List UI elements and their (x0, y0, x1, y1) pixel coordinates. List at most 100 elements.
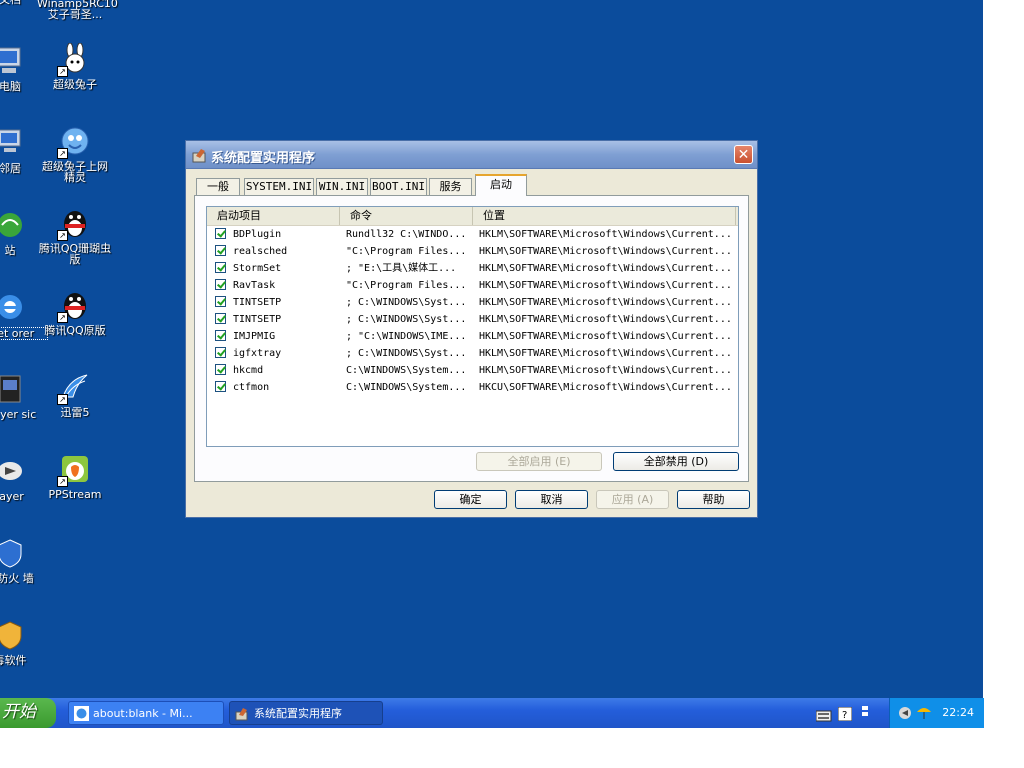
startup-item-name: StormSet (233, 263, 282, 274)
startup-item-location: HKLM\SOFTWARE\Microsoft\Windows\Current.… (479, 229, 732, 240)
startup-item-name: ctfmon (233, 382, 270, 393)
tab-system-ini[interactable]: SYSTEM.INI (244, 178, 314, 195)
taskbar-item-msconfig[interactable]: 系统配置实用程序 (229, 701, 383, 725)
system-configuration-dialog: 系统配置实用程序 ✕ 一般 SYSTEM.INI WIN.INI BOOT.IN… (185, 140, 758, 518)
taskbar-item-label: 系统配置实用程序 (254, 707, 342, 720)
table-row[interactable]: hkcmd C:\WINDOWS\System... HKLM\SOFTWARE… (207, 362, 738, 379)
player-icon (0, 455, 26, 487)
startup-item-command: ; C:\WINDOWS\Syst... (346, 314, 467, 325)
keyboard-icon[interactable] (815, 707, 832, 726)
desktop-icon-super-rabbit[interactable]: ↗ 超级兔子 (37, 42, 113, 91)
tab-win-ini[interactable]: WIN.INI (316, 178, 368, 195)
rabbit-icon: ↗ (57, 42, 91, 77)
close-icon: ✕ (737, 147, 750, 163)
startup-item-command: C:\WINDOWS\System... (346, 365, 467, 376)
column-header-location[interactable]: 位置 (473, 207, 736, 225)
startup-item-name: realsched (233, 246, 288, 257)
startup-item-location: HKLM\SOFTWARE\Microsoft\Windows\Current.… (479, 246, 732, 257)
startup-item-location: HKLM\SOFTWARE\Microsoft\Windows\Current.… (479, 314, 732, 325)
table-row[interactable]: TINTSETP ; C:\WINDOWS\Syst... HKLM\SOFTW… (207, 311, 738, 328)
tab-startup[interactable]: 启动 (475, 174, 527, 196)
desktop-icon-antivirus[interactable]: 毒软件 (0, 619, 48, 666)
apply-button[interactable]: 应用 (A) (596, 490, 669, 509)
taskbar-item-browser[interactable]: about:blank - Mi... (68, 701, 224, 725)
network-icon (0, 127, 26, 159)
startup-item-location: HKLM\SOFTWARE\Microsoft\Windows\Current.… (479, 263, 732, 274)
enabled-checkbox[interactable] (215, 245, 226, 256)
table-row[interactable]: igfxtray ; C:\WINDOWS\Syst... HKLM\SOFTW… (207, 345, 738, 362)
startup-item-name: IMJPMIG (233, 331, 276, 342)
enabled-checkbox[interactable] (215, 296, 226, 307)
startup-item-location: HKCU\SOFTWARE\Microsoft\Windows\Current.… (479, 382, 732, 393)
enabled-checkbox[interactable] (215, 347, 226, 358)
table-row[interactable]: TINTSETP ; C:\WINDOWS\Syst... HKLM\SOFTW… (207, 294, 738, 311)
desktop-icon-firewall[interactable]: 人防火 墙 (0, 537, 48, 584)
enabled-checkbox[interactable] (215, 262, 226, 273)
taskbar: 开始 about:blank - Mi... 系统配置实用程序 ? 22:24 (0, 698, 984, 728)
table-row[interactable]: ctfmon C:\WINDOWS\System... HKCU\SOFTWAR… (207, 379, 738, 396)
shortcut-arrow-icon: ↗ (57, 66, 68, 77)
desktop-icon-qq-coral[interactable]: ↗ 腾讯QQ珊瑚虫版 (37, 207, 113, 265)
column-header-command[interactable]: 命令 (340, 207, 473, 225)
tab-services[interactable]: 服务 (429, 178, 472, 195)
ppstream-icon: ↗ (57, 453, 91, 487)
close-button[interactable]: ✕ (734, 145, 753, 164)
desktop: 文档 电脑 邻居 站 rnet orer Player sic layer (0, 0, 983, 698)
internet-explorer-icon (74, 706, 89, 721)
start-button[interactable]: 开始 (0, 698, 56, 728)
startup-item-location: HKLM\SOFTWARE\Microsoft\Windows\Current.… (479, 280, 732, 291)
ok-button[interactable]: 确定 (434, 490, 507, 509)
list-header: 启动项目 命令 位置 (207, 207, 738, 226)
startup-item-name: BDPlugin (233, 229, 282, 240)
qq-penguin-icon: ↗ (57, 289, 91, 323)
title-bar[interactable]: 系统配置实用程序 ✕ (186, 141, 757, 169)
table-row[interactable]: IMJPMIG ; "C:\WINDOWS\IME... HKLM\SOFTWA… (207, 328, 738, 345)
cancel-button[interactable]: 取消 (515, 490, 588, 509)
umbrella-icon[interactable] (916, 704, 932, 724)
svg-text:?: ? (842, 710, 847, 721)
disable-all-button[interactable]: 全部禁用 (D) (613, 452, 739, 471)
enabled-checkbox[interactable] (215, 228, 226, 239)
help-button[interactable]: 帮助 (677, 490, 750, 509)
desktop-icon-label: 腾讯QQ原版 (44, 324, 106, 337)
desktop-icon-xunlei[interactable]: ↗ 迅雷5 (37, 371, 113, 418)
desktop-icon-label: 超级兔子 (53, 78, 97, 91)
startup-item-location: HKLM\SOFTWARE\Microsoft\Windows\Current.… (479, 331, 732, 342)
desktop-icon-ppstream[interactable]: ↗ PPStream (37, 453, 113, 500)
volume-icon[interactable] (898, 705, 912, 724)
help-icon[interactable]: ? (837, 706, 853, 725)
desktop-icon-super-rabbit-internet[interactable]: ↗ 超级兔子上网精灵 (37, 125, 113, 183)
desktop-icon-winamp[interactable]: Winamp5RC10 艾子哥圣... (37, 0, 118, 20)
enabled-checkbox[interactable] (215, 313, 226, 324)
media-player-icon (0, 373, 26, 405)
tab-general[interactable]: 一般 (196, 178, 240, 195)
table-row[interactable]: RavTask "C:\Program Files... HKLM\SOFTWA… (207, 277, 738, 294)
table-row[interactable]: StormSet ; "E:\工具\媒体工... HKLM\SOFTWARE\M… (207, 260, 738, 277)
enabled-checkbox[interactable] (215, 330, 226, 341)
language-bar-icon[interactable] (860, 705, 870, 725)
enabled-checkbox[interactable] (215, 279, 226, 290)
enabled-checkbox[interactable] (215, 364, 226, 375)
startup-item-name: TINTSETP (233, 297, 282, 308)
computer-icon (0, 45, 26, 77)
shortcut-arrow-icon: ↗ (57, 230, 68, 241)
startup-item-command: ; "C:\WINDOWS\IME... (346, 331, 467, 342)
enable-all-button[interactable]: 全部启用 (E) (476, 452, 602, 471)
desktop-icon-qq-original[interactable]: ↗ 腾讯QQ原版 (37, 289, 113, 336)
tab-boot-ini[interactable]: BOOT.INI (370, 178, 427, 195)
table-row[interactable]: BDPlugin Rundll32 C:\WINDO... HKLM\SOFTW… (207, 226, 738, 243)
shortcut-arrow-icon: ↗ (57, 394, 68, 405)
startup-item-command: "C:\Program Files... (346, 280, 467, 291)
clock[interactable]: 22:24 (942, 706, 974, 719)
msconfig-app-icon (235, 706, 250, 721)
table-row[interactable]: realsched "C:\Program Files... HKLM\SOFT… (207, 243, 738, 260)
desktop-icon-label: PPStream (48, 488, 102, 501)
enabled-checkbox[interactable] (215, 381, 226, 392)
startup-item-name: RavTask (233, 280, 276, 291)
msconfig-app-icon (192, 147, 208, 163)
taskbar-item-label: about:blank - Mi... (93, 707, 193, 720)
startup-list[interactable]: 启动项目 命令 位置 BDPlugin Rundll32 C:\WINDO...… (206, 206, 739, 447)
column-header-startup-item[interactable]: 启动项目 (207, 207, 340, 225)
shortcut-arrow-icon: ↗ (57, 312, 68, 323)
shortcut-arrow-icon: ↗ (57, 476, 68, 487)
